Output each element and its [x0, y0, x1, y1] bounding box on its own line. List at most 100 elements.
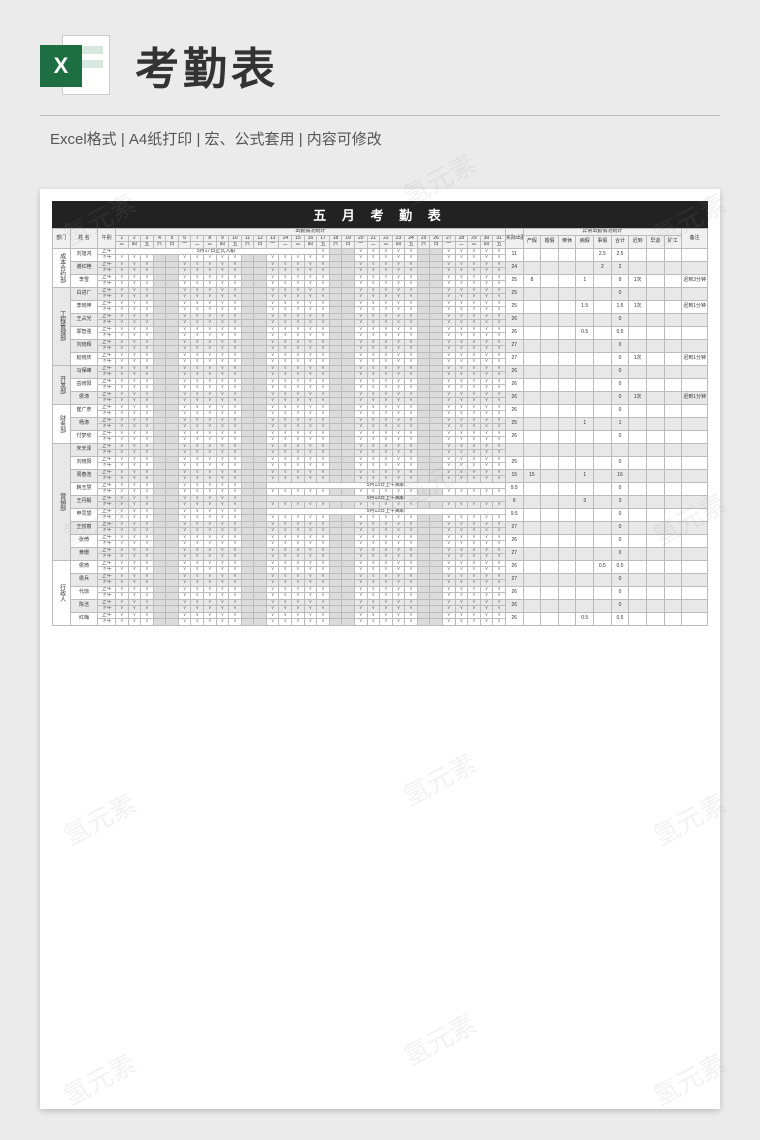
actual-cell: 26 — [505, 313, 523, 326]
actual-cell: 25 — [505, 287, 523, 300]
name-cell: 黄珊 — [70, 547, 98, 560]
col-name: 姓 名 — [70, 229, 98, 249]
dept-cell: 财务部 — [53, 404, 71, 443]
name-cell: 白进厂 — [70, 287, 98, 300]
name-cell: 陈洁 — [70, 599, 98, 612]
col-actual: 实际出勤天数 — [505, 229, 523, 249]
remark-cell — [682, 599, 708, 612]
remark-cell — [682, 404, 708, 417]
name-cell: 崔广彦 — [70, 404, 98, 417]
remark-cell — [682, 430, 708, 443]
name-cell: 王丹毅 — [70, 495, 98, 508]
remark-cell — [682, 469, 708, 482]
remark-cell: 迟到1分钟 — [682, 391, 708, 404]
remark-cell: 迟到1分钟 — [682, 300, 708, 313]
name-cell: 侯琦 — [70, 560, 98, 573]
dept-cell: 开发部 — [53, 365, 71, 404]
actual-cell: 25 — [505, 456, 523, 469]
remark-cell — [682, 287, 708, 300]
actual-cell: 25 — [505, 300, 523, 313]
name-cell: 王悦丽 — [70, 521, 98, 534]
remark-cell — [682, 417, 708, 430]
remark-cell — [682, 378, 708, 391]
remark-cell — [682, 326, 708, 339]
name-cell: 李晓坤 — [70, 300, 98, 313]
name-cell: 刘晓阳 — [70, 456, 98, 469]
dept-cell: 行政人 — [53, 560, 71, 625]
remark-cell — [682, 573, 708, 586]
actual-cell: 27 — [505, 573, 523, 586]
remark-cell — [682, 365, 708, 378]
dept-cell: 成本合约部 — [53, 248, 71, 287]
name-cell: 张倚 — [70, 534, 98, 547]
name-cell: 韩玉慧 — [70, 482, 98, 495]
remark-cell — [682, 521, 708, 534]
actual-cell: 15 — [505, 469, 523, 482]
name-cell: 申同慧 — [70, 508, 98, 521]
remark-cell — [682, 547, 708, 560]
remark-cell: 迟到1分钟 — [682, 352, 708, 365]
actual-cell: 6 — [505, 495, 523, 508]
actual-cell: 27 — [505, 352, 523, 365]
feature-line: Excel格式 | A4纸打印 | 宏、公式套用 | 内容可修改 — [0, 128, 760, 169]
actual-cell: 26 — [505, 560, 523, 573]
remark-cell — [682, 443, 708, 456]
remark-cell — [682, 248, 708, 261]
name-cell: 代琼 — [70, 586, 98, 599]
actual-cell: 26 — [505, 391, 523, 404]
name-cell: 岳晓阳 — [70, 378, 98, 391]
name-cell: 王占光 — [70, 313, 98, 326]
actual-cell: 26 — [505, 365, 523, 378]
name-cell: 侯涛 — [70, 391, 98, 404]
page-title: 考勤表 — [135, 33, 279, 97]
name-cell: 刘晓辉 — [70, 339, 98, 352]
remark-cell: 迟到3分钟 — [682, 274, 708, 287]
col-remark: 备注 — [682, 229, 708, 249]
actual-cell: 26 — [505, 378, 523, 391]
name-cell: 付梦欣 — [70, 430, 98, 443]
shift-cell: 下午 — [98, 619, 116, 626]
dept-cell: 营销部 — [53, 443, 71, 560]
name-cell: 侯兵 — [70, 573, 98, 586]
template-header: X 考勤表 — [0, 0, 760, 115]
actual-cell: 27 — [505, 521, 523, 534]
name-cell: 杨涛 — [70, 417, 98, 430]
remark-cell — [682, 261, 708, 274]
actual-cell: 26 — [505, 534, 523, 547]
actual-cell: 26 — [505, 326, 523, 339]
actual-cell: 25 — [505, 417, 523, 430]
remark-cell — [682, 586, 708, 599]
remark-cell — [682, 482, 708, 495]
actual-cell: 27 — [505, 339, 523, 352]
remark-cell — [682, 612, 708, 625]
name-cell: 刘旭鸿 — [70, 248, 98, 261]
actual-cell: 26 — [505, 612, 523, 625]
actual-cell: 25 — [505, 274, 523, 287]
remark-cell — [682, 456, 708, 469]
col-dept: 部门 — [53, 229, 71, 249]
remark-cell — [682, 313, 708, 326]
divider — [40, 115, 720, 116]
actual-cell: 9.5 — [505, 508, 523, 521]
actual-cell: 27 — [505, 547, 523, 560]
actual-cell: 26 — [505, 404, 523, 417]
name-cell: 红梅 — [70, 612, 98, 625]
name-cell: 谢红艳 — [70, 261, 98, 274]
excel-icon: X — [40, 30, 110, 100]
remark-cell — [682, 508, 708, 521]
actual-cell: 26 — [505, 586, 523, 599]
actual-cell: 24 — [505, 261, 523, 274]
sheet-preview: 五 月 考 勤 表 部门姓 名午别出勤情况统计实际出勤天数异常出勤情况统计备注1… — [40, 189, 720, 1109]
actual-cell — [505, 443, 523, 456]
actual-cell: 11 — [505, 248, 523, 261]
actual-cell: 9.5 — [505, 482, 523, 495]
attendance-table: 部门姓 名午别出勤情况统计实际出勤天数异常出勤情况统计备注12345678910… — [52, 228, 708, 626]
actual-cell: 26 — [505, 599, 523, 612]
dept-cell: 工程管理部 — [53, 287, 71, 365]
name-cell: 郑智强 — [70, 326, 98, 339]
sheet-title: 五 月 考 勤 表 — [52, 201, 708, 228]
name-cell: 赵晓庆 — [70, 352, 98, 365]
name-cell: 李雪 — [70, 274, 98, 287]
remark-cell — [682, 560, 708, 573]
remark-cell — [682, 495, 708, 508]
